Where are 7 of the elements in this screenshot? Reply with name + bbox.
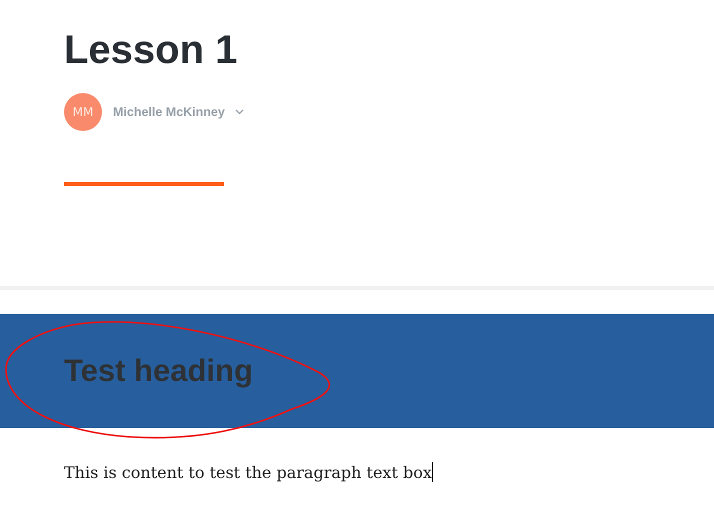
text-cursor: [432, 462, 433, 482]
chevron-down-icon: [234, 109, 244, 115]
lesson-title: Lesson 1: [64, 27, 238, 74]
author-menu[interactable]: Michelle McKinney: [113, 105, 244, 119]
avatar: MM: [64, 93, 102, 131]
section-heading: Test heading: [64, 353, 253, 389]
paragraph-text: This is content to test the paragraph text box: [64, 462, 432, 482]
